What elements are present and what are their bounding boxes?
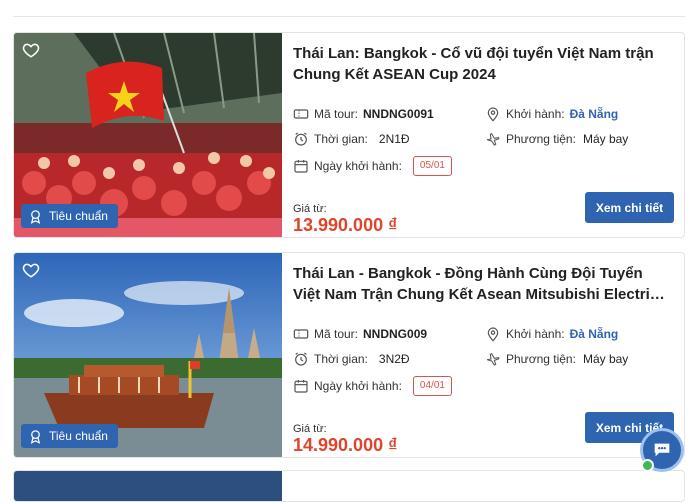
depart-row: Khởi hành: Đà Nẵng xyxy=(485,106,618,122)
ticket-icon xyxy=(293,109,309,119)
badge-label: Tiêu chuẩn xyxy=(49,209,108,223)
tour-card[interactable]: Tiêu chuẩn Thái Lan - Bangkok - Đồng Hàn… xyxy=(13,252,685,458)
tour-title[interactable]: Thái Lan - Bangkok - Đồng Hành Cùng Đội … xyxy=(293,263,674,305)
badge-label: Tiêu chuẩn xyxy=(49,429,108,443)
departure-date-pill[interactable]: 05/01 xyxy=(412,156,452,176)
calendar-icon xyxy=(294,380,308,393)
depart-label: Khởi hành: xyxy=(506,327,565,341)
view-detail-button[interactable]: Xem chi tiết xyxy=(585,192,674,223)
duration-value: 3N2Đ xyxy=(378,352,410,366)
departure-date-label: Ngày khởi hành: xyxy=(314,379,402,393)
tour-code-value: NNDNG009 xyxy=(363,327,428,341)
award-icon xyxy=(30,209,41,224)
tour-code-value: NNDNG0091 xyxy=(363,107,434,121)
transport-value: Máy bay xyxy=(582,352,629,366)
tour-code-row: Mã tour: NNDNG009 xyxy=(293,326,427,342)
duration-label: Thời gian: xyxy=(314,352,368,366)
heart-icon[interactable] xyxy=(22,41,40,59)
price-value: 14.990.000 ₫ xyxy=(293,435,398,455)
duration-row: Thời gian: 3N2Đ xyxy=(293,351,410,367)
tour-code-label: Mã tour: xyxy=(314,107,359,121)
top-divider xyxy=(13,16,685,17)
depart-row: Khởi hành: Đà Nẵng xyxy=(485,326,618,342)
clock-icon xyxy=(295,132,307,146)
duration-row: Thời gian: 2N1Đ xyxy=(293,131,410,147)
plane-icon xyxy=(486,352,500,366)
departure-date-label: Ngày khởi hành: xyxy=(314,159,402,173)
duration-label: Thời gian: xyxy=(314,132,368,146)
departure-date-row: Ngày khởi hành: 05/01 xyxy=(293,156,452,176)
tour-thumbnail[interactable]: Tiêu chuẩn xyxy=(14,253,282,457)
chat-bubble-icon xyxy=(654,443,670,457)
tour-title[interactable]: Thái Lan: Bangkok - Cổ vũ đội tuyển Việt… xyxy=(293,43,674,85)
transport-row: Phương tiện: Máy bay xyxy=(485,351,628,367)
award-icon xyxy=(30,429,41,444)
online-status-dot xyxy=(641,459,654,472)
tour-code-label: Mã tour: xyxy=(314,327,359,341)
departure-date-row: Ngày khởi hành: 04/01 xyxy=(293,376,452,396)
clock-icon xyxy=(295,352,307,366)
plane-icon xyxy=(486,132,500,146)
location-pin-icon xyxy=(487,107,499,122)
category-badge: Tiêu chuẩn xyxy=(21,204,118,228)
category-badge: Tiêu chuẩn xyxy=(21,424,118,448)
transport-value: Máy bay xyxy=(582,132,629,146)
price-value: 13.990.000 ₫ xyxy=(293,215,398,235)
depart-value: Đà Nẵng xyxy=(569,107,619,121)
duration-value: 2N1Đ xyxy=(378,132,410,146)
transport-row: Phương tiện: Máy bay xyxy=(485,131,628,147)
tour-card[interactable] xyxy=(13,470,685,502)
tour-code-row: Mã tour: NNDNG0091 xyxy=(293,106,434,122)
ticket-icon xyxy=(293,329,309,339)
depart-label: Khởi hành: xyxy=(506,107,565,121)
depart-value: Đà Nẵng xyxy=(569,327,619,341)
tour-thumbnail[interactable]: Tiêu chuẩn xyxy=(14,33,282,237)
price-label: Giá từ: xyxy=(293,203,327,215)
departure-date-pill[interactable]: 04/01 xyxy=(412,376,452,396)
location-pin-icon xyxy=(487,327,499,342)
calendar-icon xyxy=(294,160,308,173)
tour-card[interactable]: Tiêu chuẩn Thái Lan: Bangkok - Cổ vũ đội… xyxy=(13,32,685,238)
heart-icon[interactable] xyxy=(22,261,40,279)
price-label: Giá từ: xyxy=(293,423,327,435)
transport-label: Phương tiện: xyxy=(506,352,576,366)
transport-label: Phương tiện: xyxy=(506,132,576,146)
